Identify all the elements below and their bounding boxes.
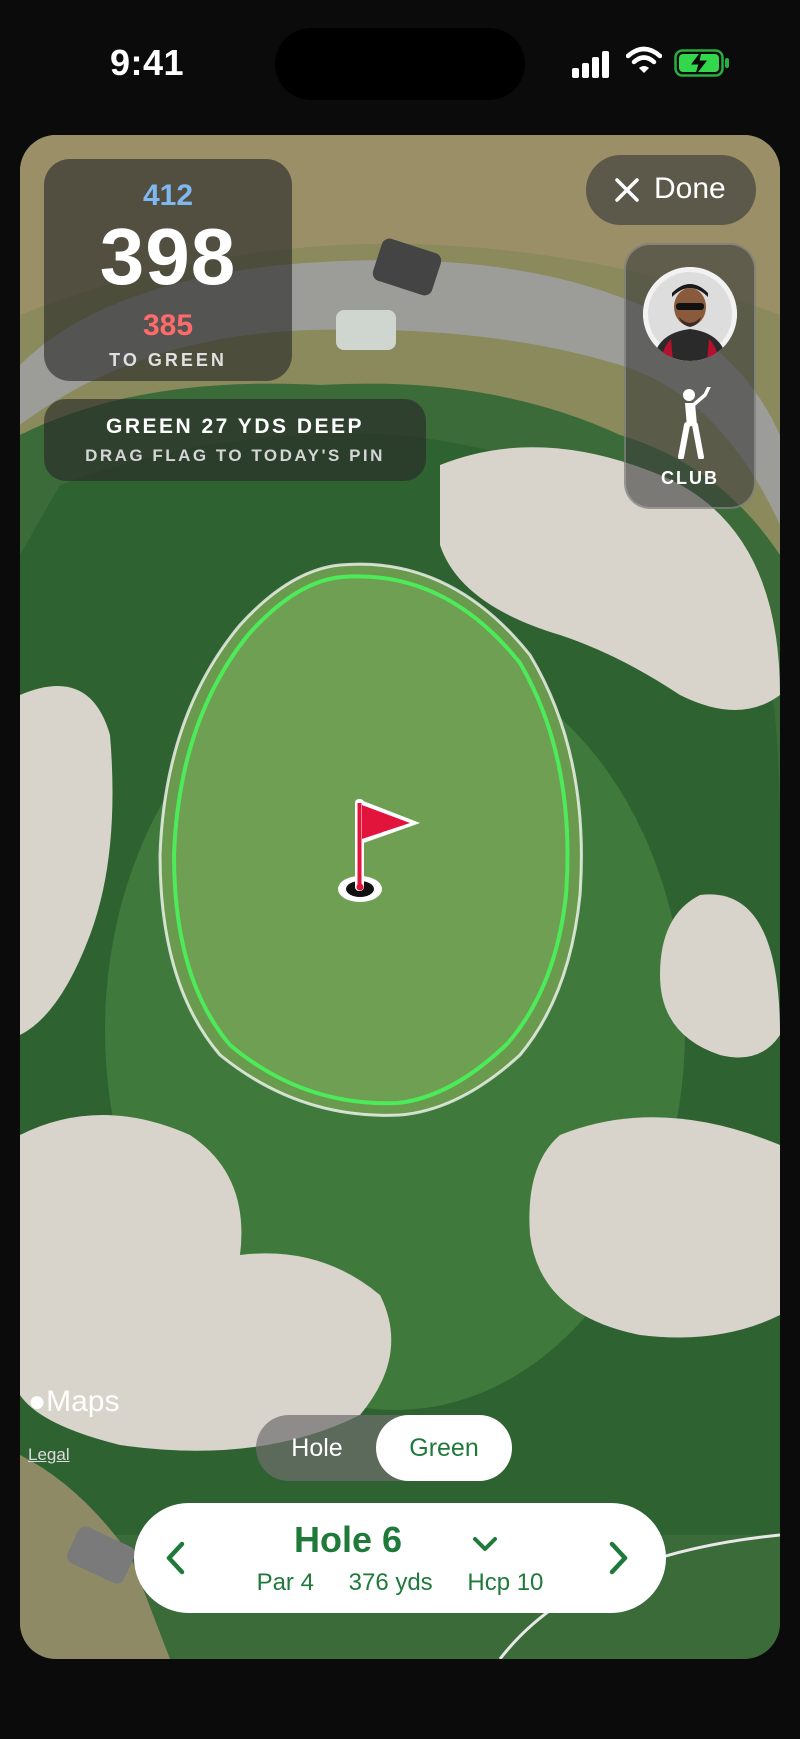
apple-logo-icon: ● [28, 1385, 47, 1418]
golfer-club-icon[interactable] [669, 387, 715, 459]
hole-par: Par 4 [256, 1569, 314, 1596]
battery-charging-icon [674, 49, 729, 77]
cellular-signal-icon [572, 51, 609, 78]
wifi-icon [626, 46, 662, 73]
pin-flag-icon[interactable] [336, 793, 424, 903]
close-icon [615, 178, 639, 202]
side-panel: CLUB [624, 243, 756, 509]
front-distance: 412 [142, 179, 194, 212]
hole-yards: 376 yds [348, 1569, 433, 1596]
center-distance: 398 [99, 212, 237, 301]
done-button[interactable]: Done [586, 155, 756, 225]
club-label: CLUB [661, 468, 719, 488]
next-hole-button[interactable] [606, 1540, 630, 1576]
hole-handicap: Hcp 10 [467, 1569, 544, 1596]
dynamic-island [275, 28, 525, 100]
distance-label: TO GREEN [109, 350, 227, 370]
green-depth-text: GREEN 27 YDS DEEP [105, 415, 365, 438]
maps-attribution: ●Maps [28, 1385, 119, 1419]
legal-link[interactable]: Legal [28, 1445, 70, 1465]
hole-details: Par 4 376 yds Hcp 10 [134, 1569, 666, 1597]
maps-brand: Maps [46, 1385, 120, 1418]
chevron-down-icon[interactable] [472, 1535, 498, 1553]
green-info-panel: GREEN 27 YDS DEEP DRAG FLAG TO TODAY'S P… [44, 399, 426, 481]
toggle-hole[interactable]: Hole [256, 1415, 378, 1481]
avatar-image [643, 267, 737, 361]
hole-selector-card: Hole 6 Par 4 376 yds Hcp 10 [134, 1503, 666, 1613]
drag-flag-hint: DRAG FLAG TO TODAY'S PIN [85, 446, 385, 465]
player-avatar[interactable] [643, 267, 737, 361]
distance-panel: 412 398 385 TO GREEN [44, 159, 292, 381]
back-distance: 385 [142, 309, 194, 342]
done-label: Done [654, 172, 726, 205]
satellite-map[interactable]: 412 398 385 TO GREEN GREEN 27 YDS DEEP D… [20, 135, 780, 1659]
status-time: 9:41 [110, 42, 185, 83]
toggle-green[interactable]: Green [376, 1415, 512, 1481]
view-toggle: Hole Green [256, 1415, 512, 1481]
hole-title[interactable]: Hole 6 [294, 1519, 402, 1561]
status-bar: 9:41 [0, 0, 800, 130]
